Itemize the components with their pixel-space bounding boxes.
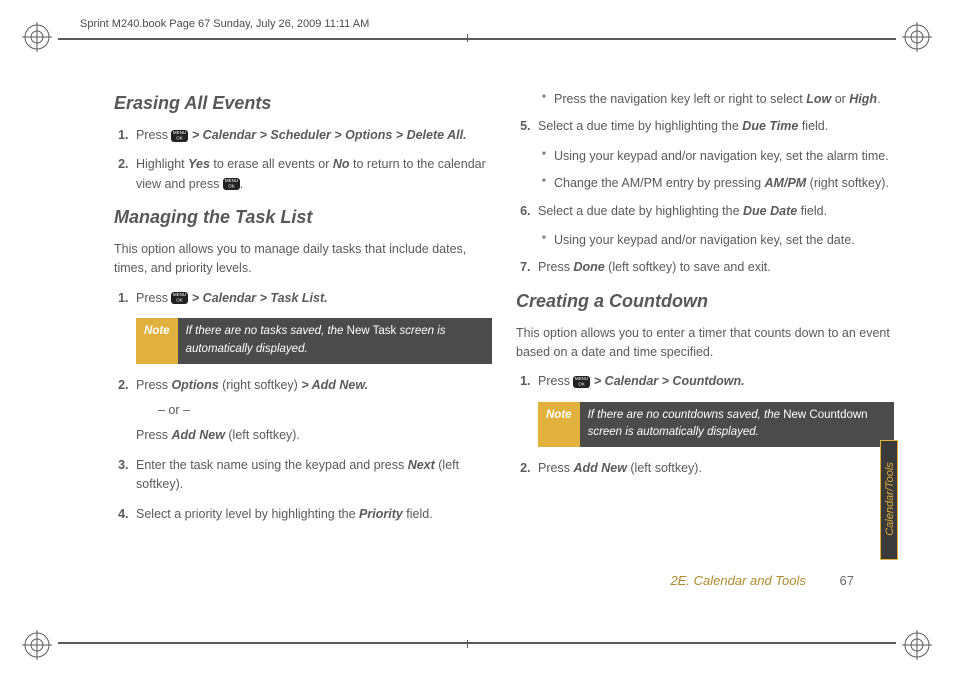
countdown-step-1: Press MENUOK > Calendar > Countdown.	[534, 372, 894, 391]
note-label: Note	[136, 318, 178, 364]
erase-steps: Press MENUOK > Calendar > Scheduler > Op…	[114, 126, 492, 194]
task-step-2: Press Options (right softkey) > Add New.…	[132, 376, 492, 446]
footer-page-number: 67	[840, 573, 854, 588]
task-step-1: Press MENUOK > Calendar > Task List.	[132, 289, 492, 308]
bullet-priority-select: Press the navigation key left or right t…	[542, 90, 894, 109]
cropmark-bl	[22, 630, 52, 660]
bullet-set-alarm-time: Using your keypad and/or navigation key,…	[542, 147, 894, 166]
column-right: Press the navigation key left or right t…	[516, 90, 894, 612]
note-text: If there are no tasks saved, the New Tas…	[178, 318, 492, 364]
heading-erasing-all-events: Erasing All Events	[114, 90, 492, 118]
erase-step-2: Highlight Yes to erase all events or No …	[132, 155, 492, 194]
task-step-6: Select a due date by highlighting the Du…	[534, 202, 894, 221]
note-text: If there are no countdowns saved, the Ne…	[580, 402, 894, 448]
top-notch	[467, 34, 468, 42]
note-box-countdown: Note If there are no countdowns saved, t…	[538, 402, 894, 448]
task-steps-right: Select a due time by highlighting the Du…	[516, 117, 894, 136]
note-box-task: Note If there are no tasks saved, the Ne…	[136, 318, 492, 364]
column-left: Erasing All Events Press MENUOK > Calend…	[114, 90, 492, 612]
side-tab: Calendar/Tools	[880, 440, 898, 560]
task-steps-right-3: Press Done (left softkey) to save and ex…	[516, 258, 894, 277]
task-steps: Press MENUOK > Calendar > Task List.	[114, 289, 492, 308]
footer-section: 2E. Calendar and Tools	[671, 573, 806, 588]
page-body: Erasing All Events Press MENUOK > Calend…	[114, 90, 894, 612]
menu-ok-icon: MENUOK	[171, 130, 188, 142]
page-header: Sprint M240.book Page 67 Sunday, July 26…	[80, 18, 369, 30]
countdown-steps: Press MENUOK > Calendar > Countdown.	[516, 372, 894, 391]
cropmark-tl	[22, 22, 52, 52]
task-intro: This option allows you to manage daily t…	[114, 240, 492, 279]
page-footer: 2E. Calendar and Tools 67	[671, 573, 854, 588]
task-step-2-or: – or –	[158, 401, 492, 420]
task-step-4: Select a priority level by highlighting …	[132, 505, 492, 524]
task-step-2-alt: Press Add New (left softkey).	[136, 426, 492, 445]
countdown-steps-cont: Press Add New (left softkey).	[516, 459, 894, 478]
top-rule	[58, 38, 896, 40]
menu-ok-icon: MENUOK	[223, 178, 240, 190]
bottom-notch	[467, 640, 468, 648]
bullet-ampm: Change the AM/PM entry by pressing AM/PM…	[542, 174, 894, 193]
task-steps-right-2: Select a due date by highlighting the Du…	[516, 202, 894, 221]
bullet-set-date: Using your keypad and/or navigation key,…	[542, 231, 894, 250]
menu-ok-icon: MENUOK	[171, 292, 188, 304]
countdown-intro: This option allows you to enter a timer …	[516, 324, 894, 363]
cropmark-tr	[902, 22, 932, 52]
cropmark-br	[902, 630, 932, 660]
countdown-step-2: Press Add New (left softkey).	[534, 459, 894, 478]
task-step-7: Press Done (left softkey) to save and ex…	[534, 258, 894, 277]
erase-step-1: Press MENUOK > Calendar > Scheduler > Op…	[132, 126, 492, 145]
task-step-3: Enter the task name using the keypad and…	[132, 456, 492, 495]
task-steps-cont: Press Options (right softkey) > Add New.…	[114, 376, 492, 524]
bottom-rule	[58, 642, 896, 644]
heading-managing-task-list: Managing the Task List	[114, 204, 492, 232]
task-step-5: Select a due time by highlighting the Du…	[534, 117, 894, 136]
note-label: Note	[538, 402, 580, 448]
menu-ok-icon: MENUOK	[573, 376, 590, 388]
heading-creating-countdown: Creating a Countdown	[516, 288, 894, 316]
side-tab-label: Calendar/Tools	[884, 438, 896, 560]
